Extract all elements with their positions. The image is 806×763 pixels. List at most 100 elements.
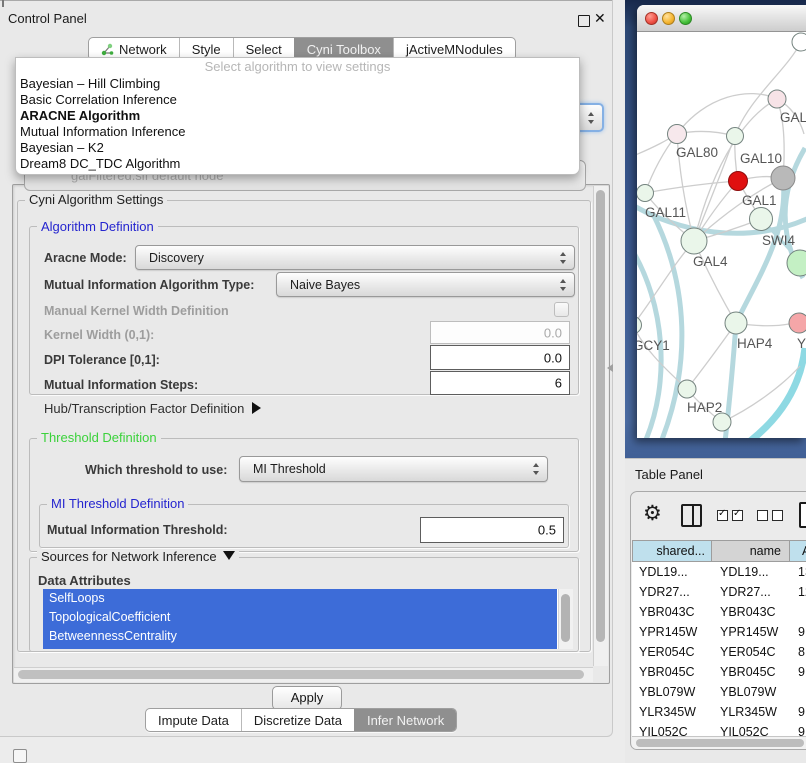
network-node-gal-top[interactable] [768, 90, 786, 108]
node-label: HAP2 [687, 400, 722, 415]
table-row[interactable]: YBR045CYBR045C9. [632, 662, 806, 682]
manual-kernel-label: Manual Kernel Width Definition [44, 304, 229, 318]
toolbar-remnant [2, 0, 4, 7]
combobox-stepper-icon [588, 112, 595, 124]
table-row[interactable]: YBL079WYBL079W [632, 682, 806, 702]
network-node-gal11[interactable] [637, 185, 654, 202]
dropdown-item-mutual-information[interactable]: Mutual Information Inference [16, 124, 579, 140]
dpi-tolerance-input[interactable]: 0.0 [430, 345, 570, 370]
close-panel-icon[interactable]: ✕ [594, 10, 606, 27]
node-label: GCY1 [637, 338, 670, 353]
dpi-tolerance-label: DPI Tolerance [0,1]: [44, 353, 160, 367]
combobox-stepper-icon [560, 252, 567, 264]
aracne-mode-label: Aracne Mode: [44, 251, 127, 265]
kernel-width-input[interactable]: 0.0 [430, 321, 570, 344]
list-item-gal4rgexp[interactable]: gal4RGexp [43, 646, 557, 649]
node-label: Y [797, 336, 806, 351]
mi-steps-input[interactable]: 6 [430, 371, 570, 395]
table-row[interactable]: YDL19...YDL19...13 [632, 562, 806, 582]
manual-kernel-checkbox[interactable] [554, 302, 569, 317]
network-node-hap4[interactable] [725, 312, 747, 334]
node-label: GAL11 [645, 205, 686, 220]
settings-horizontal-scrollbar[interactable] [14, 667, 593, 682]
dropdown-item-bayesian-hill-climbing[interactable]: Bayesian – Hill Climbing [16, 76, 579, 92]
node-label: GAL1 [742, 193, 777, 208]
apply-button[interactable]: Apply [272, 686, 342, 710]
splitter-handle[interactable] [607, 364, 613, 372]
network-node-red[interactable] [729, 172, 748, 191]
network-edge-cyan [749, 348, 805, 438]
list-item-betweennesscentrality[interactable]: BetweennessCentrality [43, 627, 557, 646]
column-header-partial[interactable]: A [790, 540, 806, 562]
network-desktop: GAL GAL80 GAL10 GAL1 GAL11 SWI4 GAL4 GCY… [625, 0, 806, 458]
table-panel-title: Table Panel [635, 467, 703, 482]
dropdown-item-aracne[interactable]: ARACNE Algorithm [16, 108, 579, 124]
attribute-list-scrollbar[interactable] [558, 589, 573, 649]
table-row[interactable]: YIL052CYIL052C9. [632, 722, 806, 736]
tab-discretize-data[interactable]: Discretize Data [241, 709, 354, 731]
table-body[interactable]: YDL19...YDL19...13 YDR27...YDR27...12 YB… [632, 562, 806, 736]
settings-vertical-scrollbar[interactable] [593, 186, 608, 666]
minimize-window-icon[interactable] [662, 12, 675, 25]
network-node-hap2[interactable] [678, 380, 696, 398]
list-item-topologicalcoefficient[interactable]: TopologicalCoefficient [43, 608, 557, 627]
checked-checkbox-icon[interactable]: ✓ [732, 510, 743, 521]
node-label: GAL [780, 110, 806, 125]
algorithm-dropdown-popup: Select algorithm to view settings Bayesi… [15, 57, 580, 175]
table-row[interactable]: YER054CYER054C8. [632, 642, 806, 662]
float-panel-icon[interactable] [578, 15, 590, 27]
columns-icon[interactable] [681, 504, 702, 527]
tab-infer-network[interactable]: Infer Network [354, 709, 456, 731]
dropdown-item-basic-correlation[interactable]: Basic Correlation Inference [16, 92, 579, 108]
network-window: GAL GAL80 GAL10 GAL1 GAL11 SWI4 GAL4 GCY… [637, 5, 806, 438]
table-row[interactable]: YLR345WYLR345W9. [632, 702, 806, 722]
unchecked-checkbox-icon[interactable] [772, 510, 783, 521]
network-node-gal10[interactable] [727, 128, 744, 145]
collapsed-arrow-icon [252, 402, 261, 414]
close-window-icon[interactable] [645, 12, 658, 25]
network-node-salmon[interactable] [789, 313, 806, 333]
document-icon[interactable] [799, 502, 806, 528]
tab-impute-data[interactable]: Impute Data [146, 709, 241, 731]
network-node-gal1[interactable] [750, 208, 773, 231]
table-row[interactable]: YBR043CYBR043C [632, 602, 806, 622]
network-window-titlebar[interactable] [637, 5, 806, 32]
dropdown-item-dream8[interactable]: Dream8 DC_TDC Algorithm [16, 156, 579, 172]
network-node-gal80[interactable] [668, 125, 687, 144]
gear-icon[interactable]: ⚙ [643, 501, 662, 526]
table-row[interactable]: YDR27...YDR27...12 [632, 582, 806, 602]
cyni-algorithm-settings-title: Cyni Algorithm Settings [25, 192, 167, 207]
network-edges-thick [637, 148, 806, 438]
network-node-gray[interactable] [771, 166, 795, 190]
data-attributes-list[interactable]: SelfLoops TopologicalCoefficient Between… [43, 589, 573, 649]
list-item-selfloops[interactable]: SelfLoops [43, 589, 557, 608]
algorithm-definition-title: Algorithm Definition [37, 219, 158, 234]
aracne-mode-combobox[interactable]: Discovery [135, 245, 575, 270]
table-header-row: shared... name A [632, 540, 806, 562]
combobox-stepper-icon [533, 463, 540, 475]
dropdown-item-bayesian-k2[interactable]: Bayesian – K2 [16, 140, 579, 156]
network-node-partial-top[interactable] [792, 33, 806, 51]
which-threshold-combobox[interactable]: MI Threshold [239, 456, 548, 482]
mi-threshold-input[interactable]: 0.5 [420, 517, 564, 543]
network-node-partial-bottom[interactable] [713, 413, 731, 431]
table-row[interactable]: YPR145WYPR145W9. [632, 622, 806, 642]
control-panel: Control Panel ✕ Network Style Select Cyn… [0, 0, 613, 737]
table-horizontal-scrollbar[interactable] [632, 736, 806, 749]
minimized-panel-icon[interactable] [13, 749, 27, 763]
mi-algorithm-type-combobox[interactable]: Naive Bayes [276, 272, 575, 297]
network-canvas[interactable]: GAL GAL80 GAL10 GAL1 GAL11 SWI4 GAL4 GCY… [637, 32, 806, 438]
which-threshold-label: Which threshold to use: [85, 463, 227, 477]
hub-definition-toggle[interactable]: Hub/Transcription Factor Definition [44, 401, 261, 416]
zoom-window-icon[interactable] [679, 12, 692, 25]
column-header-name[interactable]: name [712, 540, 790, 562]
settings-viewport: Cyni Algorithm Settings Algorithm Defini… [12, 184, 610, 684]
column-header-shared-name[interactable]: shared... [632, 540, 712, 562]
unchecked-checkbox-icon[interactable] [757, 510, 768, 521]
network-node-gcy1[interactable] [637, 317, 642, 334]
sources-title[interactable]: Sources for Network Inference [37, 549, 239, 564]
node-label: SWI4 [762, 233, 795, 248]
checked-checkbox-icon[interactable]: ✓ [717, 510, 728, 521]
mi-steps-label: Mutual Information Steps: [44, 378, 198, 392]
network-node-gal4[interactable] [681, 228, 707, 254]
